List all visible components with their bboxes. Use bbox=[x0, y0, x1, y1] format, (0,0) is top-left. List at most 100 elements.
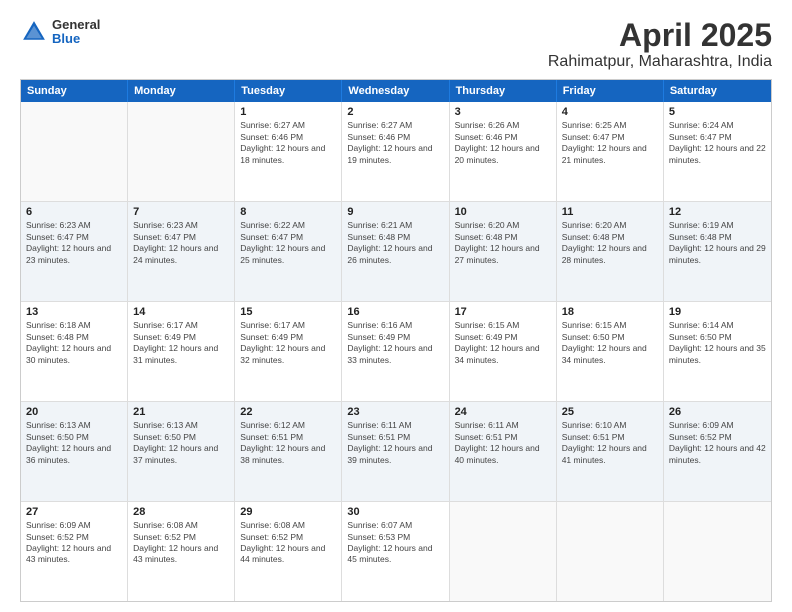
calendar-row-5: 27Sunrise: 6:09 AM Sunset: 6:52 PM Dayli… bbox=[21, 502, 771, 601]
calendar-day-7: 7 Sunrise: 6:23 AM Sunset: 6:47 PM Daylig… bbox=[128, 202, 235, 301]
calendar-day-24: 24 Sunrise: 6:11 AM Sunset: 6:51 PM Dayli… bbox=[450, 402, 557, 501]
calendar-day-8: 8Sunrise: 6:22 AM Sunset: 6:47 PM Daylig… bbox=[235, 202, 342, 301]
day-info: Sunrise: 6:23 AM Sunset: 6:47 PM Dayligh… bbox=[26, 220, 122, 266]
day-info: Sunrise: 6:15 AM Sunset: 6:50 PM Dayligh… bbox=[562, 320, 658, 366]
calendar-day-21: 21 Sunrise: 6:13 AM Sunset: 6:50 PM Dayli… bbox=[128, 402, 235, 501]
day-number: 29 bbox=[240, 506, 336, 518]
day-info: Sunrise: 6:08 AM Sunset: 6:52 PM Dayligh… bbox=[133, 520, 229, 566]
day-number: 22 bbox=[240, 406, 336, 418]
calendar-weekday-saturday: Saturday bbox=[664, 80, 771, 102]
calendar-weekday-friday: Friday bbox=[557, 80, 664, 102]
day-number: 30 bbox=[347, 506, 443, 518]
day-info: Sunrise: 6:07 AM Sunset: 6:53 PM Dayligh… bbox=[347, 520, 443, 566]
logo-blue-text: Blue bbox=[52, 32, 100, 46]
day-number: 9 bbox=[347, 206, 443, 218]
page: General Blue April 2025 Rahimatpur, Maha… bbox=[0, 0, 792, 612]
calendar-weekday-sunday: Sunday bbox=[21, 80, 128, 102]
calendar-weekday-tuesday: Tuesday bbox=[235, 80, 342, 102]
calendar-day-4: 4 Sunrise: 6:25 AM Sunset: 6:47 PM Daylig… bbox=[557, 102, 664, 201]
day-info: Sunrise: 6:09 AM Sunset: 6:52 PM Dayligh… bbox=[669, 420, 766, 466]
day-info: Sunrise: 6:26 AM Sunset: 6:46 PM Dayligh… bbox=[455, 120, 551, 166]
day-info: Sunrise: 6:27 AM Sunset: 6:46 PM Dayligh… bbox=[347, 120, 443, 166]
calendar-empty-cell bbox=[21, 102, 128, 201]
day-number: 8 bbox=[240, 206, 336, 218]
day-info: Sunrise: 6:09 AM Sunset: 6:52 PM Dayligh… bbox=[26, 520, 122, 566]
calendar-body: 1 Sunrise: 6:27 AM Sunset: 6:46 PM Daylig… bbox=[21, 102, 771, 601]
page-title: April 2025 bbox=[548, 18, 772, 53]
calendar-day-20: 20 Sunrise: 6:13 AM Sunset: 6:50 PM Dayli… bbox=[21, 402, 128, 501]
logo-general-text: General bbox=[52, 18, 100, 32]
day-info: Sunrise: 6:18 AM Sunset: 6:48 PM Dayligh… bbox=[26, 320, 122, 366]
calendar-row-2: 6 Sunrise: 6:23 AM Sunset: 6:47 PM Daylig… bbox=[21, 202, 771, 302]
day-number: 20 bbox=[26, 406, 122, 418]
calendar-empty-cell bbox=[664, 502, 771, 601]
calendar-day-25: 25Sunrise: 6:10 AM Sunset: 6:51 PM Dayli… bbox=[557, 402, 664, 501]
calendar-day-3: 3Sunrise: 6:26 AM Sunset: 6:46 PM Daylig… bbox=[450, 102, 557, 201]
calendar-weekday-wednesday: Wednesday bbox=[342, 80, 449, 102]
day-info: Sunrise: 6:11 AM Sunset: 6:51 PM Dayligh… bbox=[455, 420, 551, 466]
calendar-weekday-monday: Monday bbox=[128, 80, 235, 102]
calendar-row-1: 1 Sunrise: 6:27 AM Sunset: 6:46 PM Daylig… bbox=[21, 102, 771, 202]
day-number: 21 bbox=[133, 406, 229, 418]
day-info: Sunrise: 6:12 AM Sunset: 6:51 PM Dayligh… bbox=[240, 420, 336, 466]
day-info: Sunrise: 6:13 AM Sunset: 6:50 PM Dayligh… bbox=[133, 420, 229, 466]
calendar-day-17: 17Sunrise: 6:15 AM Sunset: 6:49 PM Dayli… bbox=[450, 302, 557, 401]
day-number: 25 bbox=[562, 406, 658, 418]
calendar-day-6: 6 Sunrise: 6:23 AM Sunset: 6:47 PM Daylig… bbox=[21, 202, 128, 301]
calendar-day-15: 15Sunrise: 6:17 AM Sunset: 6:49 PM Dayli… bbox=[235, 302, 342, 401]
calendar-day-23: 23Sunrise: 6:11 AM Sunset: 6:51 PM Dayli… bbox=[342, 402, 449, 501]
calendar-day-5: 5Sunrise: 6:24 AM Sunset: 6:47 PM Daylig… bbox=[664, 102, 771, 201]
day-info: Sunrise: 6:19 AM Sunset: 6:48 PM Dayligh… bbox=[669, 220, 766, 266]
calendar-day-30: 30 Sunrise: 6:07 AM Sunset: 6:53 PM Dayli… bbox=[342, 502, 449, 601]
calendar-day-14: 14 Sunrise: 6:17 AM Sunset: 6:49 PM Dayli… bbox=[128, 302, 235, 401]
day-info: Sunrise: 6:23 AM Sunset: 6:47 PM Dayligh… bbox=[133, 220, 229, 266]
day-info: Sunrise: 6:15 AM Sunset: 6:49 PM Dayligh… bbox=[455, 320, 551, 366]
calendar-day-19: 19 Sunrise: 6:14 AM Sunset: 6:50 PM Dayli… bbox=[664, 302, 771, 401]
day-number: 14 bbox=[133, 306, 229, 318]
day-number: 23 bbox=[347, 406, 443, 418]
day-info: Sunrise: 6:14 AM Sunset: 6:50 PM Dayligh… bbox=[669, 320, 766, 366]
day-number: 18 bbox=[562, 306, 658, 318]
day-info: Sunrise: 6:20 AM Sunset: 6:48 PM Dayligh… bbox=[562, 220, 658, 266]
day-info: Sunrise: 6:25 AM Sunset: 6:47 PM Dayligh… bbox=[562, 120, 658, 166]
day-number: 5 bbox=[669, 106, 766, 118]
day-info: Sunrise: 6:20 AM Sunset: 6:48 PM Dayligh… bbox=[455, 220, 551, 266]
day-info: Sunrise: 6:13 AM Sunset: 6:50 PM Dayligh… bbox=[26, 420, 122, 466]
day-number: 1 bbox=[240, 106, 336, 118]
day-number: 11 bbox=[562, 206, 658, 218]
day-number: 7 bbox=[133, 206, 229, 218]
day-number: 4 bbox=[562, 106, 658, 118]
calendar-empty-cell bbox=[128, 102, 235, 201]
day-number: 16 bbox=[347, 306, 443, 318]
calendar-row-3: 13 Sunrise: 6:18 AM Sunset: 6:48 PM Dayli… bbox=[21, 302, 771, 402]
day-info: Sunrise: 6:17 AM Sunset: 6:49 PM Dayligh… bbox=[133, 320, 229, 366]
calendar: SundayMondayTuesdayWednesdayThursdayFrid… bbox=[20, 79, 772, 602]
calendar-day-18: 18 Sunrise: 6:15 AM Sunset: 6:50 PM Dayli… bbox=[557, 302, 664, 401]
day-number: 13 bbox=[26, 306, 122, 318]
header: General Blue April 2025 Rahimatpur, Maha… bbox=[20, 18, 772, 71]
calendar-day-22: 22 Sunrise: 6:12 AM Sunset: 6:51 PM Dayli… bbox=[235, 402, 342, 501]
calendar-header: SundayMondayTuesdayWednesdayThursdayFrid… bbox=[21, 80, 771, 102]
calendar-empty-cell bbox=[557, 502, 664, 601]
logo-text: General Blue bbox=[52, 18, 100, 47]
page-subtitle: Rahimatpur, Maharashtra, India bbox=[548, 53, 772, 71]
logo-icon bbox=[20, 18, 48, 46]
calendar-day-10: 10Sunrise: 6:20 AM Sunset: 6:48 PM Dayli… bbox=[450, 202, 557, 301]
calendar-day-2: 2 Sunrise: 6:27 AM Sunset: 6:46 PM Daylig… bbox=[342, 102, 449, 201]
day-number: 2 bbox=[347, 106, 443, 118]
title-area: April 2025 Rahimatpur, Maharashtra, Indi… bbox=[548, 18, 772, 71]
day-number: 19 bbox=[669, 306, 766, 318]
calendar-day-11: 11 Sunrise: 6:20 AM Sunset: 6:48 PM Dayli… bbox=[557, 202, 664, 301]
day-number: 26 bbox=[669, 406, 766, 418]
day-info: Sunrise: 6:27 AM Sunset: 6:46 PM Dayligh… bbox=[240, 120, 336, 166]
day-number: 28 bbox=[133, 506, 229, 518]
day-info: Sunrise: 6:16 AM Sunset: 6:49 PM Dayligh… bbox=[347, 320, 443, 366]
day-info: Sunrise: 6:21 AM Sunset: 6:48 PM Dayligh… bbox=[347, 220, 443, 266]
day-info: Sunrise: 6:17 AM Sunset: 6:49 PM Dayligh… bbox=[240, 320, 336, 366]
calendar-empty-cell bbox=[450, 502, 557, 601]
day-number: 24 bbox=[455, 406, 551, 418]
calendar-day-16: 16 Sunrise: 6:16 AM Sunset: 6:49 PM Dayli… bbox=[342, 302, 449, 401]
calendar-day-26: 26 Sunrise: 6:09 AM Sunset: 6:52 PM Dayli… bbox=[664, 402, 771, 501]
calendar-day-13: 13 Sunrise: 6:18 AM Sunset: 6:48 PM Dayli… bbox=[21, 302, 128, 401]
day-number: 6 bbox=[26, 206, 122, 218]
